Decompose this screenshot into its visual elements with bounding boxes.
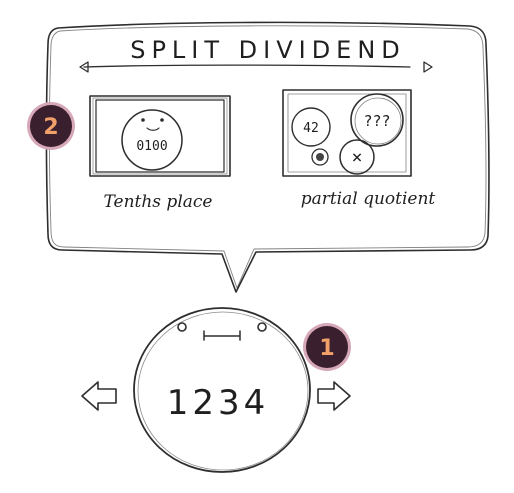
option-card-tenths-place[interactable]: 0100: [89, 95, 231, 177]
number-character[interactable]: 1234: [133, 307, 311, 473]
option-label-partial-quotient: partial quotient: [301, 189, 436, 209]
right-eye: [257, 322, 267, 332]
annotation-badge-2: 2: [27, 102, 75, 150]
left-arrow-icon[interactable]: [81, 381, 117, 411]
cross-mark-icon: ×: [352, 147, 363, 168]
tenths-number: 0100: [136, 139, 167, 154]
character-number: 1234: [167, 383, 270, 423]
title-underline: [83, 64, 411, 68]
character-mouth: [203, 330, 241, 341]
left-eye: [177, 322, 187, 332]
option-label-tenths-place: Tenths place: [104, 192, 213, 212]
option-card-partial-quotient[interactable]: 42 ??? ×: [282, 89, 412, 177]
badge-2-number: 2: [43, 115, 58, 140]
dot-icon: [316, 153, 324, 161]
annotation-badge-1: 1: [303, 323, 351, 371]
next-triangle-icon[interactable]: [423, 61, 433, 73]
right-arrow-icon[interactable]: [317, 381, 351, 411]
bubble-title: SPLIT DIVIDEND: [130, 36, 406, 64]
unknown-quotient-text: ???: [363, 112, 390, 130]
small-number-text: 42: [303, 121, 319, 136]
sketch-canvas: SPLIT DIVIDEND 0100 Tenths place 42 ??? …: [27, 21, 490, 473]
badge-1-number: 1: [319, 336, 334, 361]
